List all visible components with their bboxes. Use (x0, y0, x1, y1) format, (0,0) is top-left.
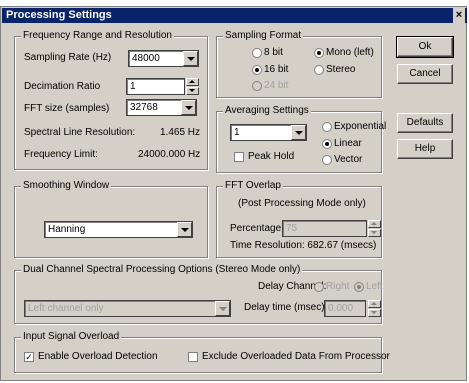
peak-hold-checkbox[interactable] (234, 152, 244, 162)
fft-size-dropdown[interactable]: 32768 (126, 99, 197, 116)
spin-down-icon[interactable] (186, 87, 199, 95)
radio-left[interactable] (354, 282, 364, 292)
radio-linear[interactable] (322, 139, 332, 149)
exclude-overload-checkbox[interactable] (188, 352, 198, 362)
window-title: Processing Settings (6, 9, 112, 21)
chevron-down-icon[interactable] (215, 301, 230, 316)
frequency-range-title: Frequency Range and Resolution (21, 30, 174, 41)
sampling-rate-value: 48000 (132, 53, 160, 64)
decimation-value: 1 (130, 81, 136, 92)
delay-time-label: Delay time (msec): (244, 302, 328, 313)
radio-exponential-label: Exponential (334, 121, 387, 132)
averaging-value: 1 (234, 127, 240, 138)
sampling-format-group: Sampling Format (216, 30, 382, 98)
smoothing-window-value: Hanning (48, 224, 86, 235)
exclude-overload-label: Exclude Overloaded Data From Processor (202, 351, 390, 362)
radio-stereo-label: Stereo (326, 64, 356, 75)
spin-down-icon[interactable] (368, 229, 381, 237)
chevron-down-icon[interactable] (181, 100, 196, 115)
chevron-down-icon[interactable] (177, 222, 192, 237)
input-overload-title: Input Signal Overload (21, 331, 122, 342)
fft-overlap-title: FFT Overlap (223, 180, 283, 191)
close-icon[interactable]: × (453, 8, 465, 23)
percentage-input[interactable]: 75 (282, 220, 367, 237)
radio-24bit-label: 24 bit (264, 80, 289, 91)
averaging-title: Averaging Settings (223, 105, 311, 116)
time-resolution-text: Time Resolution: 682.67 (msecs) (230, 240, 377, 251)
peak-hold-label: Peak Hold (248, 151, 295, 162)
radio-8bit-label: 8 bit (264, 47, 283, 58)
fft-size-label: FFT size (samples) (24, 103, 110, 114)
frequency-limit-value: 24000.000 Hz (138, 149, 201, 160)
spin-up-icon[interactable] (368, 300, 381, 308)
radio-mono-label: Mono (left) (326, 47, 374, 58)
radio-mono[interactable] (314, 48, 324, 58)
dual-channel-title: Dual Channel Spectral Processing Options… (21, 264, 303, 275)
radio-24bit[interactable] (252, 81, 262, 91)
spin-down-icon[interactable] (368, 309, 381, 317)
spectral-resolution-label: Spectral Line Resolution: (24, 127, 136, 138)
decimation-label: Decimation Ratio (24, 81, 101, 92)
spin-up-icon[interactable] (186, 78, 199, 86)
spin-up-icon[interactable] (368, 220, 381, 228)
radio-linear-label: Linear (334, 138, 362, 149)
percentage-spinner[interactable] (368, 220, 381, 237)
channel-value: Left channel only (28, 303, 104, 314)
radio-vector-label: Vector (334, 154, 363, 165)
radio-right[interactable] (314, 282, 324, 292)
defaults-button[interactable]: Defaults (397, 113, 453, 133)
averaging-dropdown[interactable]: 1 (230, 124, 307, 141)
sampling-rate-label: Sampling Rate (Hz) (24, 52, 112, 63)
decimation-input[interactable]: 1 (126, 78, 185, 95)
radio-exponential[interactable] (322, 122, 332, 132)
sampling-format-title: Sampling Format (223, 30, 304, 41)
chevron-down-icon[interactable] (183, 51, 198, 66)
fft-overlap-note: (Post Processing Mode only) (238, 198, 366, 209)
delay-time-value: 0.000 (328, 303, 354, 314)
radio-vector[interactable] (322, 155, 332, 165)
radio-right-label: Right (326, 281, 350, 292)
spectral-resolution-value: 1.465 Hz (160, 127, 201, 138)
radio-16bit-label: 16 bit (264, 64, 289, 75)
radio-left-label: Left (366, 281, 383, 292)
ok-button[interactable]: Ok (396, 36, 454, 58)
smoothing-window-dropdown[interactable]: Hanning (44, 221, 193, 238)
cancel-button[interactable]: Cancel (397, 64, 453, 84)
decimation-spinner[interactable] (186, 78, 199, 95)
title-bar: Processing Settings × (2, 8, 467, 23)
frequency-limit-label: Frequency Limit: (24, 149, 98, 160)
chevron-down-icon[interactable] (291, 125, 306, 140)
smoothing-window-title: Smoothing Window (21, 180, 112, 191)
percentage-value: 75 (286, 223, 298, 234)
fft-size-value: 32768 (130, 102, 158, 113)
enable-overload-checkbox[interactable]: ✓ (24, 352, 34, 362)
delay-time-spinner[interactable] (368, 300, 381, 317)
sampling-rate-dropdown[interactable]: 48000 (128, 50, 199, 67)
radio-16bit[interactable] (252, 65, 262, 75)
percentage-label: Percentage: (230, 223, 284, 234)
radio-stereo[interactable] (314, 65, 324, 75)
radio-8bit[interactable] (252, 48, 262, 58)
help-button[interactable]: Help (397, 139, 453, 159)
enable-overload-label: Enable Overload Detection (38, 351, 158, 362)
delay-time-input[interactable]: 0.000 (324, 300, 366, 317)
channel-dropdown[interactable]: Left channel only (24, 300, 231, 317)
